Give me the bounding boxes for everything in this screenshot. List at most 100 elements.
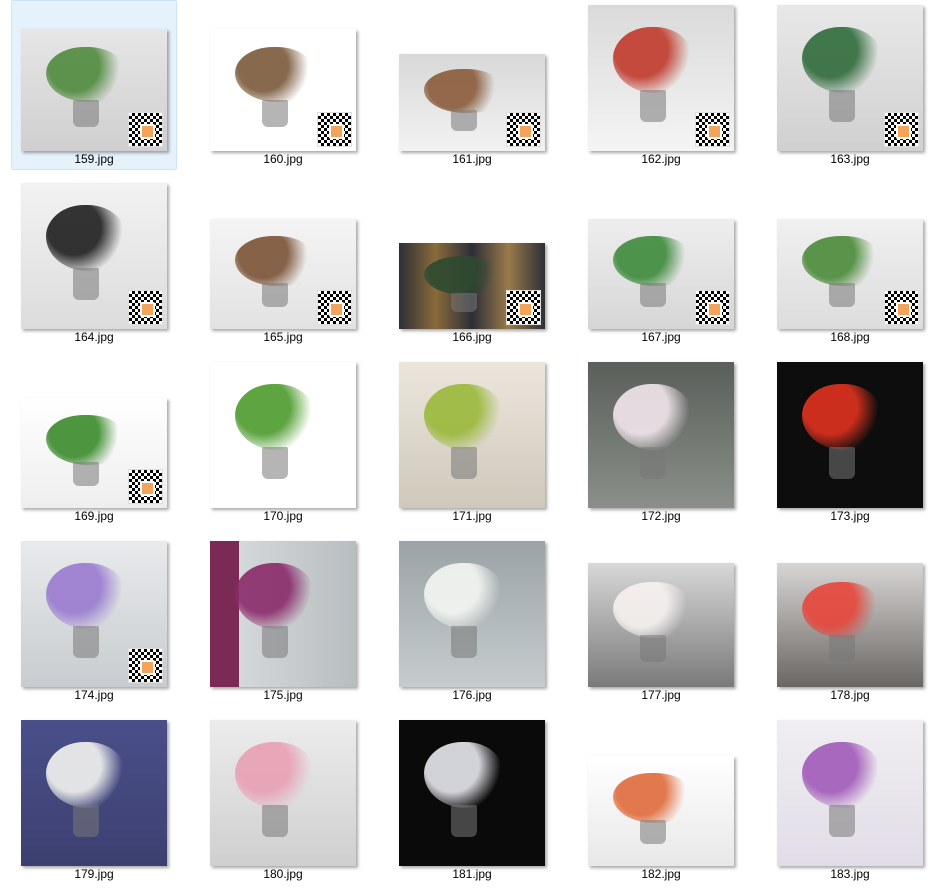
qr-code-icon [128,469,163,504]
file-thumbnail[interactable] [777,720,923,866]
file-name-label: 178.jpg [830,688,870,702]
file-thumbnail[interactable] [588,563,734,687]
file-name-label: 182.jpg [641,867,681,881]
pot-shape [451,805,477,837]
file-item[interactable]: 176.jpg [389,536,555,706]
file-item[interactable]: 174.jpg [11,536,177,706]
file-item[interactable]: 167.jpg [578,178,744,348]
qr-code-icon [506,112,541,147]
file-item[interactable]: 159.jpg [11,0,177,170]
file-thumbnail[interactable] [210,29,356,151]
pot-shape [829,283,855,307]
plant-motif [613,27,693,93]
qr-code-icon [317,290,352,325]
file-thumbnail[interactable] [399,541,545,687]
plant-motif [235,236,315,286]
file-item[interactable]: 161.jpg [389,0,555,170]
plant-motif [46,205,126,271]
file-item[interactable]: 178.jpg [767,536,933,706]
pot-shape [262,100,288,127]
file-item[interactable]: 170.jpg [200,357,366,527]
file-name-label: 162.jpg [641,152,681,166]
file-thumbnail[interactable] [588,5,734,151]
qr-code-icon [128,112,163,147]
file-name-label: 161.jpg [452,152,492,166]
file-thumbnail[interactable] [210,541,356,687]
plant-motif [424,69,504,113]
plant-motif [613,582,693,638]
file-item[interactable]: 166.jpg [389,178,555,348]
pot-shape [73,805,99,837]
file-item[interactable]: 181.jpg [389,715,555,885]
file-thumbnail[interactable] [588,756,734,866]
pot-shape [262,805,288,837]
file-item[interactable]: 182.jpg [578,715,744,885]
file-item[interactable]: 162.jpg [578,0,744,170]
plant-motif [802,236,882,286]
file-item[interactable]: 171.jpg [389,357,555,527]
file-name-label: 164.jpg [74,330,114,344]
pot-shape [829,805,855,837]
file-thumbnail[interactable] [21,183,167,329]
pot-shape [640,820,666,844]
file-name-label: 159.jpg [74,152,114,166]
file-item[interactable]: 175.jpg [200,536,366,706]
file-thumbnail[interactable] [777,5,923,151]
file-item[interactable]: 183.jpg [767,715,933,885]
file-thumbnail[interactable] [210,720,356,866]
file-item[interactable]: 179.jpg [11,715,177,885]
file-thumbnail[interactable] [588,362,734,508]
file-item[interactable]: 164.jpg [11,178,177,348]
plant-motif [802,27,882,93]
qr-code-icon [884,290,919,325]
file-thumbnail[interactable] [777,563,923,687]
plant-motif [802,582,882,638]
file-name-label: 167.jpg [641,330,681,344]
file-name-label: 166.jpg [452,330,492,344]
file-thumbnail[interactable] [588,219,734,329]
plant-motif [235,384,315,450]
qr-code-icon [695,112,730,147]
file-item[interactable]: 173.jpg [767,357,933,527]
file-thumbnail[interactable] [21,541,167,687]
file-thumbnail[interactable] [210,362,356,508]
file-thumbnail[interactable] [21,398,167,508]
file-item[interactable]: 165.jpg [200,178,366,348]
qr-code-icon [695,290,730,325]
file-name-label: 169.jpg [74,509,114,523]
file-name-label: 160.jpg [263,152,303,166]
file-thumbnail[interactable] [21,720,167,866]
plant-motif [46,563,126,629]
pot-shape [451,110,477,131]
file-item[interactable]: 180.jpg [200,715,366,885]
file-name-label: 172.jpg [641,509,681,523]
file-thumbnail[interactable] [399,362,545,508]
file-thumbnail[interactable] [399,720,545,866]
file-item[interactable]: 163.jpg [767,0,933,170]
pot-shape [73,462,99,486]
file-thumbnail[interactable] [399,243,545,329]
pot-shape [451,447,477,479]
file-thumbnail[interactable] [777,362,923,508]
pot-shape [262,283,288,307]
plant-motif [46,742,126,808]
file-item[interactable]: 172.jpg [578,357,744,527]
file-name-label: 165.jpg [263,330,303,344]
plant-motif [802,742,882,808]
plant-motif [235,563,315,629]
file-name-label: 163.jpg [830,152,870,166]
pot-shape [262,626,288,658]
file-item[interactable]: 169.jpg [11,357,177,527]
file-item[interactable]: 168.jpg [767,178,933,348]
file-name-label: 168.jpg [830,330,870,344]
file-item[interactable]: 177.jpg [578,536,744,706]
file-thumbnail[interactable] [21,29,167,151]
file-thumbnail[interactable] [399,54,545,151]
pot-shape [451,293,477,312]
file-thumbnail[interactable] [210,219,356,329]
plant-motif [46,47,126,102]
plant-motif [424,563,504,629]
file-thumbnail[interactable] [777,219,923,329]
plant-motif [424,742,504,808]
file-item[interactable]: 160.jpg [200,0,366,170]
